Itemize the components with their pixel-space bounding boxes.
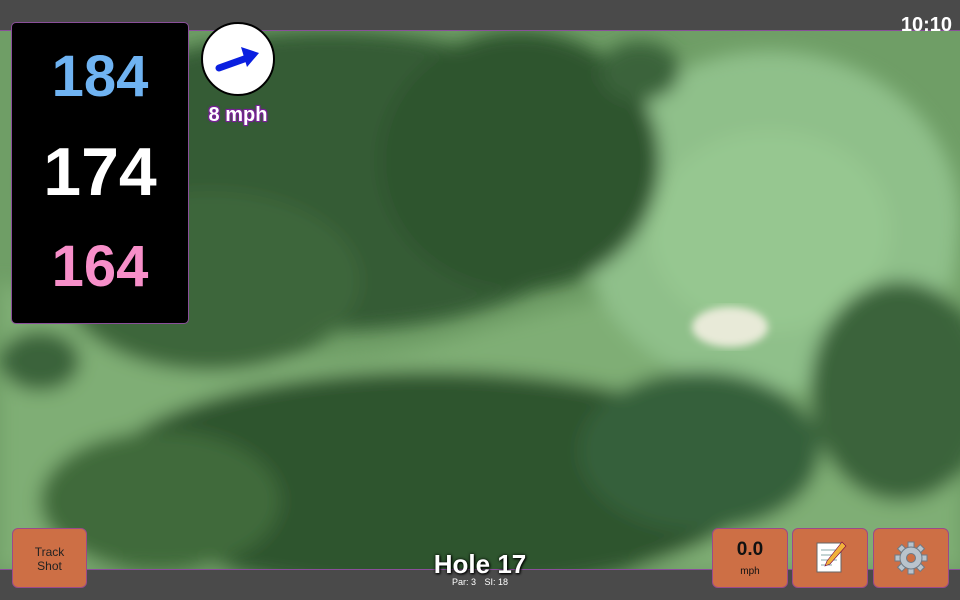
speed-button[interactable]: 0.0 mph [712,528,788,588]
center-distance: 174 [43,134,157,210]
back-distance: 184 [51,44,149,109]
wind-speed: 8 mph [208,104,268,126]
track-shot-line1: Track [34,545,65,559]
track-shot-line2: Shot [37,559,62,573]
gear-icon [894,541,928,575]
settings-button[interactable] [873,528,949,588]
speed-unit: mph [740,566,760,577]
hole-stroke-index: SI: 18 [484,577,509,587]
scorecard-notes-button[interactable] [792,528,868,588]
distance-panel: 184 174 164 [11,22,189,324]
wind-arrow-icon [215,47,259,72]
front-distance: 164 [51,234,149,299]
notepad-icon [816,541,847,573]
hole-title: Hole 17 [433,549,527,579]
hole-par: Par: 3 [451,577,476,587]
hole-info: Par: 3 SI: 18 [380,577,580,587]
speed-value: 0.0 [736,539,764,560]
wind-indicator [201,22,275,96]
track-shot-button[interactable]: Track Shot [12,528,87,588]
